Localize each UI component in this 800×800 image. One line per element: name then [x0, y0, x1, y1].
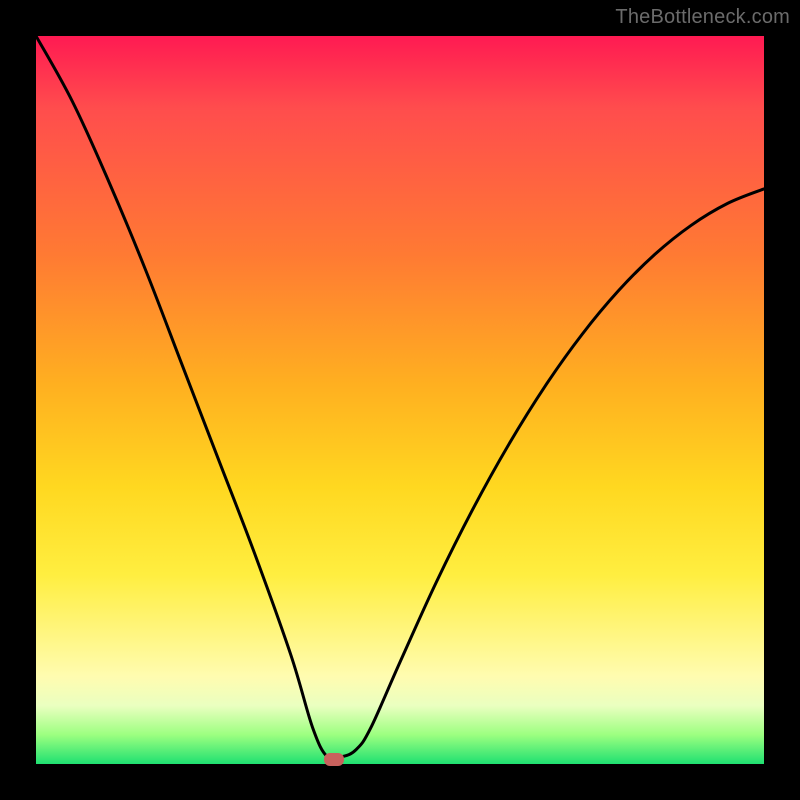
- optimal-point-marker: [324, 753, 344, 766]
- curve-path: [36, 36, 764, 759]
- chart-frame: TheBottleneck.com: [0, 0, 800, 800]
- watermark-text: TheBottleneck.com: [615, 6, 790, 29]
- bottleneck-curve: [36, 36, 764, 764]
- plot-area: [36, 36, 764, 764]
